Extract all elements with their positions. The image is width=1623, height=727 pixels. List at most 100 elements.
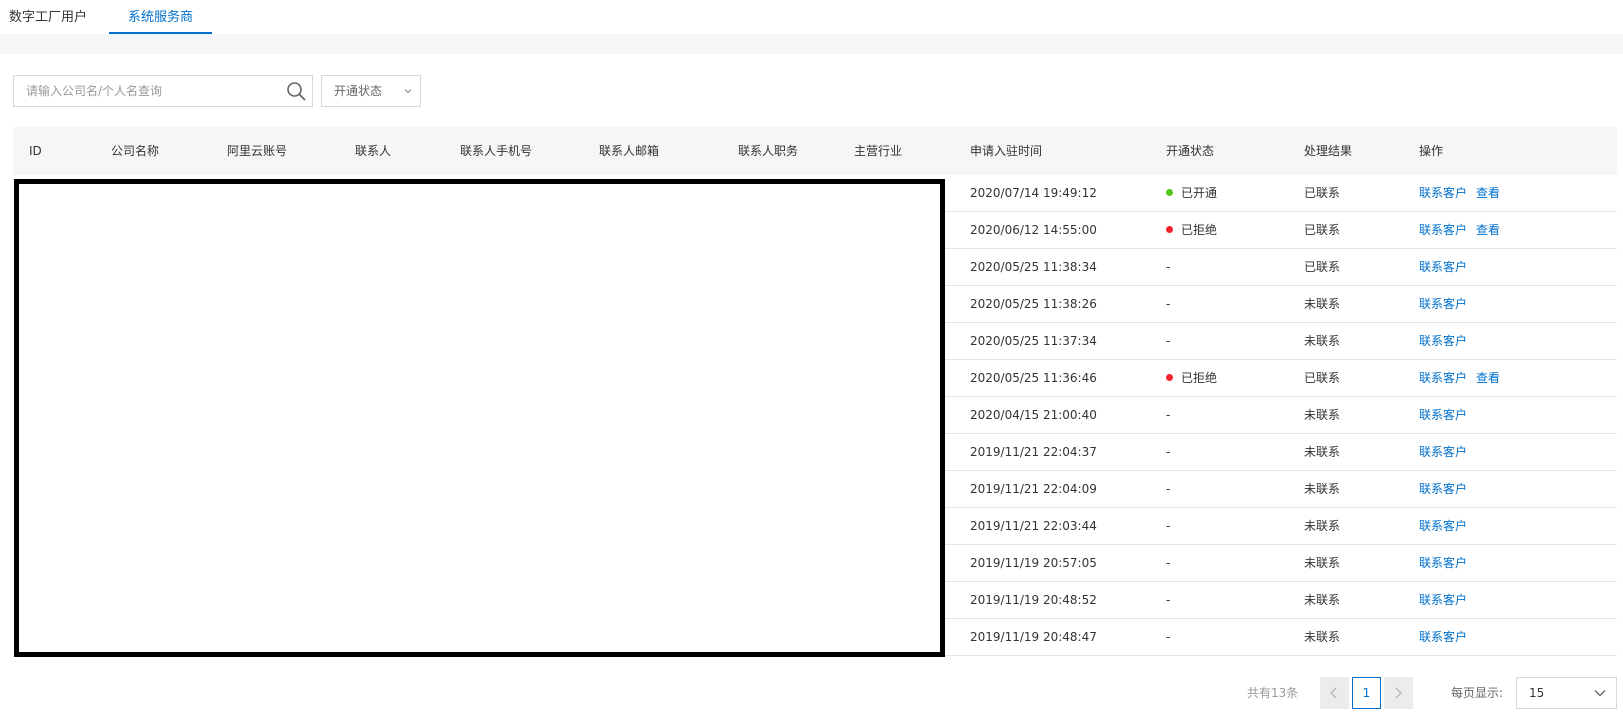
actions-cell: 联系客户	[1419, 249, 1476, 286]
open-status-cell: -	[1166, 619, 1170, 656]
per-page-label: 每页显示:	[1451, 686, 1504, 700]
view-link[interactable]: 查看	[1476, 371, 1500, 385]
apply-time-cell: 2020/05/25 11:37:34	[970, 334, 1097, 348]
contact-customer-link[interactable]: 联系客户	[1419, 297, 1467, 311]
apply-time-cell: 2019/11/21 22:04:09	[970, 482, 1097, 496]
result-cell: 未联系	[1304, 482, 1341, 496]
contact-customer-link[interactable]: 联系客户	[1419, 371, 1467, 385]
search-box	[13, 75, 313, 107]
apply-time-cell: 2020/05/25 11:36:46	[970, 371, 1097, 385]
result-cell: 已联系	[1304, 223, 1341, 237]
contact-customer-link[interactable]: 联系客户	[1419, 630, 1467, 644]
tab-digital-factory-users[interactable]: 数字工厂用户	[9, 0, 101, 34]
open-status-text: 已拒绝	[1181, 223, 1218, 237]
per-page-value: 15	[1529, 686, 1545, 700]
open-status-text: -	[1166, 260, 1171, 274]
contact-customer-link[interactable]: 联系客户	[1419, 519, 1467, 533]
apply-time-cell: 2020/07/14 19:49:12	[970, 186, 1097, 200]
header-divider-band	[0, 34, 1623, 54]
result-cell: 未联系	[1304, 593, 1341, 607]
apply-time-cell: 2019/11/19 20:48:52	[970, 593, 1097, 607]
column-header-contact-title: 联系人职务	[738, 144, 799, 158]
open-status-cell: -	[1166, 508, 1170, 545]
column-header-industry: 主营行业	[854, 144, 903, 158]
column-header-id: ID	[29, 144, 42, 158]
view-link[interactable]: 查看	[1476, 186, 1500, 200]
contact-customer-link[interactable]: 联系客户	[1419, 482, 1467, 496]
column-header-contact: 联系人	[355, 144, 392, 158]
search-icon[interactable]	[286, 81, 306, 101]
open-status-cell: -	[1166, 582, 1170, 619]
open-status-cell: -	[1166, 397, 1170, 434]
actions-cell: 联系客户	[1419, 545, 1476, 582]
open-status-cell: -	[1166, 249, 1170, 286]
actions-cell: 联系客户	[1419, 286, 1476, 323]
open-status-text: 已拒绝	[1181, 371, 1218, 385]
contact-customer-link[interactable]: 联系客户	[1419, 260, 1467, 274]
apply-time-cell: 2020/06/12 14:55:00	[970, 223, 1097, 237]
result-cell: 已联系	[1304, 371, 1341, 385]
status-dot-icon	[1166, 226, 1173, 233]
open-status-cell: 已开通	[1166, 175, 1217, 212]
open-status-cell: 已拒绝	[1166, 360, 1217, 397]
open-status-text: -	[1166, 519, 1171, 533]
column-header-open-status: 开通状态	[1166, 144, 1215, 158]
pagination-prev-button[interactable]	[1320, 677, 1349, 709]
result-cell: 未联系	[1304, 445, 1341, 459]
open-status-cell: -	[1166, 286, 1170, 323]
contact-customer-link[interactable]: 联系客户	[1419, 186, 1467, 200]
contact-customer-link[interactable]: 联系客户	[1419, 334, 1467, 348]
apply-time-cell: 2020/05/25 11:38:34	[970, 260, 1097, 274]
chevron-right-icon	[1395, 687, 1402, 699]
actions-cell: 联系客户 查看	[1419, 360, 1509, 397]
result-cell: 未联系	[1304, 630, 1341, 644]
actions-cell: 联系客户 查看	[1419, 175, 1509, 212]
apply-time-cell: 2020/05/25 11:38:26	[970, 297, 1097, 311]
tab-bar: 数字工厂用户 系统服务商	[0, 0, 1623, 34]
open-status-text: -	[1166, 445, 1171, 459]
result-cell: 已联系	[1304, 260, 1341, 274]
contact-customer-link[interactable]: 联系客户	[1419, 593, 1467, 607]
apply-time-cell: 2019/11/19 20:57:05	[970, 556, 1097, 570]
actions-cell: 联系客户	[1419, 508, 1476, 545]
open-status-text: 已开通	[1181, 186, 1218, 200]
view-link[interactable]: 查看	[1476, 223, 1500, 237]
pagination-next-button[interactable]	[1384, 677, 1413, 709]
search-input[interactable]	[14, 76, 276, 106]
actions-cell: 联系客户	[1419, 397, 1476, 434]
column-header-contact-email: 联系人邮箱	[599, 144, 660, 158]
open-status-cell: 已拒绝	[1166, 212, 1217, 249]
apply-time-cell: 2019/11/21 22:03:44	[970, 519, 1097, 533]
apply-time-cell: 2019/11/19 20:48:47	[970, 630, 1097, 644]
open-status-text: -	[1166, 630, 1171, 644]
open-status-cell: -	[1166, 471, 1170, 508]
column-header-actions: 操作	[1419, 144, 1444, 158]
open-status-text: -	[1166, 297, 1171, 311]
contact-customer-link[interactable]: 联系客户	[1419, 445, 1467, 459]
chevron-left-icon	[1330, 687, 1337, 699]
apply-time-cell: 2019/11/21 22:04:37	[970, 445, 1097, 459]
result-cell: 已联系	[1304, 186, 1341, 200]
column-header-aliyun-account: 阿里云账号	[227, 144, 288, 158]
contact-customer-link[interactable]: 联系客户	[1419, 556, 1467, 570]
actions-cell: 联系客户	[1419, 434, 1476, 471]
tab-system-service-providers[interactable]: 系统服务商	[109, 0, 212, 34]
chevron-down-icon	[404, 89, 412, 94]
open-status-text: -	[1166, 334, 1171, 348]
open-status-text: -	[1166, 556, 1171, 570]
contact-customer-link[interactable]: 联系客户	[1419, 223, 1467, 237]
actions-cell: 联系客户 查看	[1419, 212, 1509, 249]
result-cell: 未联系	[1304, 408, 1341, 422]
redaction-box	[14, 179, 945, 657]
column-header-contact-phone: 联系人手机号	[460, 144, 533, 158]
pagination-page-1[interactable]: 1	[1352, 677, 1381, 709]
actions-cell: 联系客户	[1419, 471, 1476, 508]
status-dot-icon	[1166, 189, 1173, 196]
table-header: ID 公司名称 阿里云账号 联系人 联系人手机号 联系人邮箱 联系人职务 主营行…	[13, 127, 1617, 175]
status-filter-label: 开通状态	[334, 84, 383, 98]
open-status-text: -	[1166, 408, 1171, 422]
open-status-text: -	[1166, 593, 1171, 607]
contact-customer-link[interactable]: 联系客户	[1419, 408, 1467, 422]
per-page-select[interactable]: 15	[1516, 677, 1617, 709]
status-filter-select[interactable]: 开通状态	[321, 75, 421, 107]
